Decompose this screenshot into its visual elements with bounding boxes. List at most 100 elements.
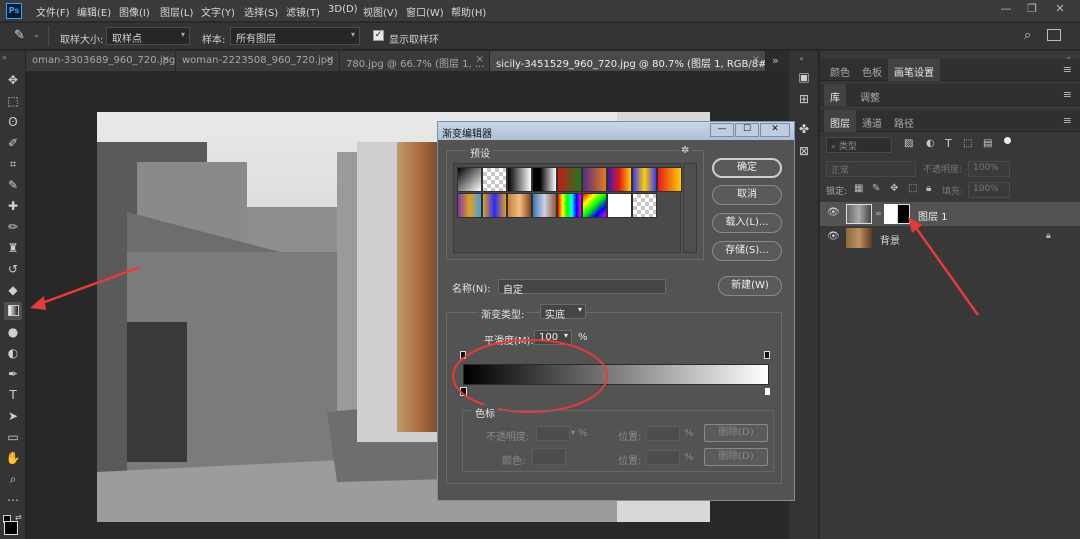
more-icon[interactable]: ⋯	[4, 491, 22, 509]
link-icon[interactable]: ∞	[875, 209, 882, 218]
gradient-preset-swatch[interactable]	[457, 167, 482, 192]
close-button[interactable]: ✕	[1048, 0, 1072, 18]
lock-artboard-icon[interactable]: ⬚	[908, 183, 917, 194]
layer-filter-select[interactable]: ⌕ 类型	[826, 137, 892, 153]
zoom-icon[interactable]: ⌕	[4, 470, 22, 488]
menu-select[interactable]: 选择(S)	[244, 4, 278, 19]
stop-location-input[interactable]	[646, 426, 680, 441]
type-icon[interactable]: T	[4, 386, 22, 404]
foreground-color-swatch[interactable]	[4, 521, 18, 535]
maximize-button[interactable]: ❐	[1020, 0, 1044, 18]
tab-adjustments[interactable]: 调整	[854, 84, 886, 106]
minimize-button[interactable]: —	[994, 0, 1018, 18]
quick-select-icon[interactable]: ✐	[4, 134, 22, 152]
tab-libraries[interactable]: 库	[824, 84, 846, 106]
new-button[interactable]: 新建(W)	[718, 276, 782, 296]
healing-icon[interactable]: ✚	[4, 197, 22, 215]
gradient-preset-swatch[interactable]	[482, 167, 507, 192]
menu-layer[interactable]: 图层(L)	[160, 4, 193, 19]
gradient-preset-swatch[interactable]	[532, 193, 557, 218]
stop-opacity-input[interactable]	[536, 426, 570, 441]
lock-all-icon[interactable]: 🔒︎	[926, 183, 931, 194]
hand-icon[interactable]: ✋	[4, 449, 22, 467]
close-icon[interactable]: ×	[162, 54, 170, 65]
sample-size-select[interactable]: 取样点 ▾	[106, 27, 190, 45]
filter-toggle-icon[interactable]	[1004, 137, 1011, 144]
name-input[interactable]: 自定	[498, 279, 666, 296]
blend-mode-select[interactable]: 正常	[826, 161, 916, 177]
brushes-panel-icon[interactable]: ✤	[796, 121, 812, 137]
menu-help[interactable]: 帮助(H)	[451, 4, 486, 19]
gradient-preset-swatch[interactable]	[632, 193, 657, 218]
menu-file[interactable]: 文件(F)	[36, 4, 70, 19]
gradient-preset-swatch[interactable]	[482, 193, 507, 218]
load-button[interactable]: 载入(L)...	[712, 213, 782, 233]
marquee-icon[interactable]: ⬚	[4, 92, 22, 110]
eyedropper-icon[interactable]: ✎	[14, 28, 25, 43]
gradient-preset-swatch[interactable]	[532, 167, 557, 192]
lock-brush-icon[interactable]: ✎	[872, 183, 880, 194]
show-ring-checkbox[interactable]: ✓	[373, 30, 384, 41]
gradient-preset-swatch[interactable]	[507, 193, 532, 218]
ok-button[interactable]: 确定	[712, 158, 782, 178]
adjust-panel-icon[interactable]: ⊠	[796, 143, 812, 159]
smart-object-filter-icon[interactable]: ▤	[983, 138, 992, 149]
lock-position-icon[interactable]: ✥	[890, 183, 898, 194]
dialog-title-bar[interactable]: 渐变编辑器 — ☐ ✕	[438, 122, 794, 140]
gear-icon[interactable]: ✲	[679, 145, 692, 156]
search-icon[interactable]: ⌕	[1024, 28, 1031, 43]
path-select-icon[interactable]: ➤	[4, 407, 22, 425]
adjustment-filter-icon[interactable]: ◐	[926, 138, 935, 149]
layer-mask-thumbnail-white[interactable]	[884, 204, 897, 224]
rectangle-icon[interactable]: ▭	[4, 428, 22, 446]
tabs-overflow-icon[interactable]: »	[772, 54, 779, 67]
visibility-eye-icon[interactable]: 👁︎	[827, 207, 840, 218]
delete-opacity-stop-button[interactable]: 删除(D)	[704, 424, 768, 442]
type-filter-icon[interactable]: T	[945, 137, 952, 150]
lock-pixels-icon[interactable]: ▦	[854, 183, 863, 194]
menu-edit[interactable]: 编辑(E)	[77, 4, 111, 19]
tab-brush-settings[interactable]: 画笔设置	[888, 59, 940, 81]
menu-type[interactable]: 文字(Y)	[201, 4, 235, 19]
stop-color-swatch[interactable]	[532, 448, 566, 465]
gradient-preset-swatch[interactable]	[557, 193, 582, 218]
gradient-preset-swatch[interactable]	[607, 193, 632, 218]
lasso-icon[interactable]: ʘ	[4, 113, 22, 131]
stop-location2-input[interactable]	[646, 450, 680, 465]
tab-color[interactable]: 颜色	[824, 59, 856, 81]
tab-layers[interactable]: 图层	[824, 110, 856, 132]
tab-channels[interactable]: 通道	[856, 110, 888, 132]
gradient-preset-swatch[interactable]	[582, 167, 607, 192]
menu-view[interactable]: 视图(V)	[363, 4, 398, 19]
menu-3d[interactable]: 3D(D)	[328, 4, 358, 15]
fill-input[interactable]: 100%	[968, 182, 1010, 198]
panel-menu-icon[interactable]: ≡	[1063, 63, 1072, 76]
gradient-preset-swatch[interactable]	[657, 167, 682, 192]
crop-icon[interactable]: ⌗	[4, 155, 22, 173]
visibility-eye-icon[interactable]: 👁︎	[827, 231, 840, 242]
tab-document[interactable]: 780.jpg @ 66.7% (图层 1, ... ×	[340, 51, 490, 71]
gradient-preset-swatch[interactable]	[607, 167, 632, 192]
tab-document[interactable]: oman-3303689_960_720.jpg ×	[26, 51, 176, 71]
collapse-icon[interactable]: «	[799, 54, 804, 63]
shape-filter-icon[interactable]: ⬚	[963, 138, 972, 149]
eyedropper-icon[interactable]: ✎	[4, 176, 22, 194]
history-panel-icon[interactable]: ▣	[796, 69, 812, 85]
gradient-type-select[interactable]: 实底 ▾	[540, 304, 586, 321]
gradient-preset-swatch[interactable]	[507, 167, 532, 192]
minimize-button[interactable]: —	[710, 123, 734, 137]
gradient-preset-swatch[interactable]	[457, 193, 482, 218]
dodge-icon[interactable]: ◐	[4, 344, 22, 362]
panel-menu-icon[interactable]: ≡	[1063, 114, 1072, 127]
image-filter-icon[interactable]: ▨	[904, 138, 913, 149]
close-icon[interactable]: ×	[476, 54, 484, 65]
workspace-icon[interactable]	[1047, 29, 1061, 41]
tab-swatches[interactable]: 色板	[856, 59, 888, 81]
save-button[interactable]: 存储(S)...	[712, 241, 782, 261]
menu-image[interactable]: 图像(I)	[119, 4, 150, 19]
gradient-preset-swatch[interactable]	[582, 193, 607, 218]
opacity-input[interactable]: 100%	[968, 161, 1010, 177]
brush-icon[interactable]: ✏	[4, 218, 22, 236]
menu-filter[interactable]: 滤镜(T)	[286, 4, 320, 19]
presets-scrollbar[interactable]	[683, 163, 697, 253]
